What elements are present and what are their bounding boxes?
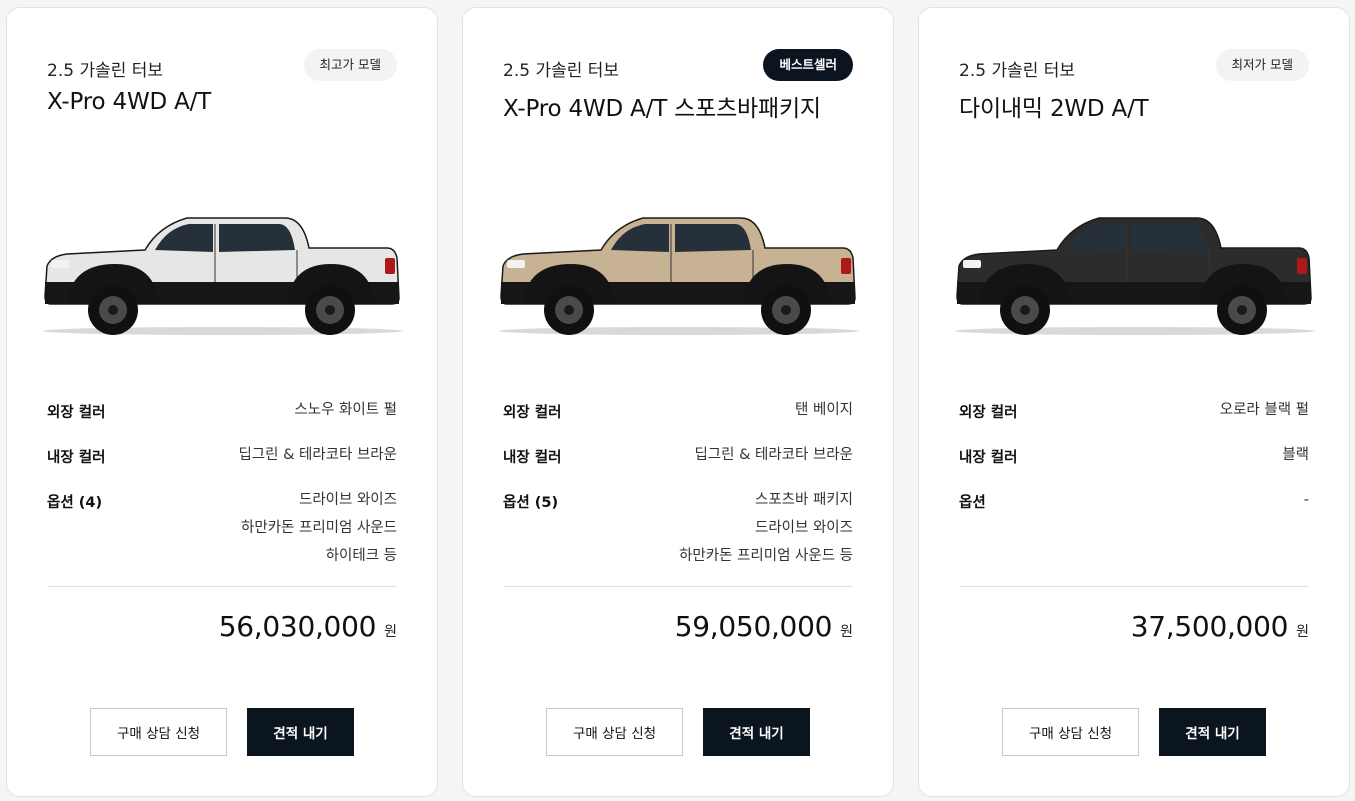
interior-color-row: 내장 컬러 블랙: [959, 446, 1309, 469]
consult-button[interactable]: 구매 상담 신청: [90, 708, 227, 756]
options-label: 옵션 (5): [503, 495, 559, 511]
price: 59,050,000 원: [675, 610, 853, 643]
interior-color-label: 내장 컬러: [959, 450, 1018, 466]
interior-color-row: 내장 컬러 딥그린 & 테라코타 브라운: [47, 446, 397, 469]
trim-badge: 최고가 모델: [303, 49, 397, 81]
spec-list: 외장 컬러 오로라 블랙 펄 내장 컬러 블랙 옵션 -: [959, 401, 1309, 536]
quote-button[interactable]: 견적 내기: [1159, 708, 1266, 756]
spec-list: 외장 컬러 스노우 화이트 펄 내장 컬러 딥그린 & 테라코타 브라운 옵션 …: [47, 401, 397, 592]
exterior-color-value: 탠 베이지: [795, 402, 853, 418]
options-list: 드라이브 와이즈하만카돈 프리미엄 사운드하이테크 등: [241, 486, 397, 570]
price: 56,030,000 원: [219, 610, 397, 643]
price-unit: 원: [1296, 624, 1309, 640]
trim-badge: 최저가 모델: [1215, 49, 1309, 81]
options-label: 옵션: [959, 495, 986, 511]
options-row: 옵션 -: [959, 491, 1309, 514]
engine-label: 2.5 가솔린 터보: [503, 61, 620, 81]
price: 37,500,000 원: [1131, 610, 1309, 643]
quote-button[interactable]: 견적 내기: [247, 708, 354, 756]
exterior-color-row: 외장 컬러 스노우 화이트 펄: [47, 401, 397, 424]
interior-color-value: 블랙: [1282, 447, 1309, 463]
exterior-color-label: 외장 컬러: [47, 405, 106, 421]
price-unit: 원: [840, 624, 853, 640]
divider: [503, 586, 853, 587]
interior-color-value: 딥그린 & 테라코타 브라운: [238, 447, 397, 463]
model-name: X-Pro 4WD A/T 스포츠바패키지: [503, 96, 821, 122]
exterior-color-value: 오로라 블랙 펄: [1219, 402, 1309, 418]
option-item: 드라이브 와이즈: [299, 492, 397, 508]
price-unit: 원: [384, 624, 397, 640]
engine-label: 2.5 가솔린 터보: [47, 61, 164, 81]
interior-color-row: 내장 컬러 딥그린 & 테라코타 브라운: [503, 446, 853, 469]
spec-list: 외장 컬러 탠 베이지 내장 컬러 딥그린 & 테라코타 브라운 옵션 (5) …: [503, 401, 853, 592]
engine-label: 2.5 가솔린 터보: [959, 61, 1076, 81]
option-item: 하만카돈 프리미엄 사운드 등: [679, 548, 853, 564]
option-item: 하이테크 등: [325, 548, 397, 564]
option-item: 하만카돈 프리미엄 사운드: [241, 520, 397, 536]
options-list: 스포츠바 패키지드라이브 와이즈하만카돈 프리미엄 사운드 등: [679, 486, 853, 570]
option-item: 스포츠바 패키지: [755, 492, 853, 508]
options-list: -: [1304, 486, 1309, 514]
options-row: 옵션 (4) 드라이브 와이즈하만카돈 프리미엄 사운드하이테크 등: [47, 491, 397, 570]
model-name: 다이내믹 2WD A/T: [959, 96, 1149, 122]
option-item: -: [1303, 492, 1309, 508]
price-amount: 56,030,000: [218, 610, 377, 643]
exterior-color-label: 외장 컬러: [503, 405, 562, 421]
quote-button[interactable]: 견적 내기: [703, 708, 810, 756]
option-item: 드라이브 와이즈: [755, 520, 853, 536]
interior-color-label: 내장 컬러: [503, 450, 562, 466]
divider: [47, 586, 397, 587]
exterior-color-row: 외장 컬러 탠 베이지: [503, 401, 853, 424]
options-row: 옵션 (5) 스포츠바 패키지드라이브 와이즈하만카돈 프리미엄 사운드 등: [503, 491, 853, 570]
price-amount: 59,050,000: [674, 610, 833, 643]
trim-card: 2.5 가솔린 터보 X-Pro 4WD A/T 스포츠바패키지 베스트셀러 외…: [462, 7, 894, 797]
interior-color-label: 내장 컬러: [47, 450, 106, 466]
interior-color-value: 딥그린 & 테라코타 브라운: [694, 447, 853, 463]
price-amount: 37,500,000: [1130, 610, 1289, 643]
trim-badge: 베스트셀러: [763, 49, 853, 81]
exterior-color-value: 스노우 화이트 펄: [294, 402, 397, 418]
consult-button[interactable]: 구매 상담 신청: [1002, 708, 1139, 756]
trim-card: 2.5 가솔린 터보 다이내믹 2WD A/T 최저가 모델 외장 컬러 오로라…: [918, 7, 1350, 797]
options-label: 옵션 (4): [47, 495, 103, 511]
exterior-color-label: 외장 컬러: [959, 405, 1018, 421]
consult-button[interactable]: 구매 상담 신청: [546, 708, 683, 756]
model-name: X-Pro 4WD A/T: [47, 89, 212, 115]
truck-image: [955, 217, 1315, 335]
divider: [959, 586, 1309, 587]
exterior-color-row: 외장 컬러 오로라 블랙 펄: [959, 401, 1309, 424]
truck-image: [43, 217, 403, 335]
truck-image: [499, 217, 859, 335]
trim-card: 2.5 가솔린 터보 X-Pro 4WD A/T 최고가 모델 외장 컬러 스노…: [6, 7, 438, 797]
